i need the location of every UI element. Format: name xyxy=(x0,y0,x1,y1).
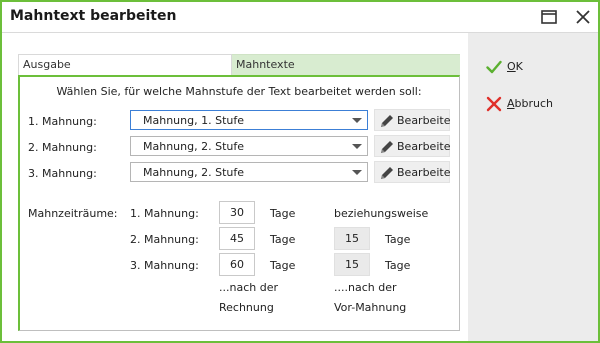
edit-button-label: Bearbeite xyxy=(397,140,451,153)
note-prev-line1: ....nach der xyxy=(334,281,397,294)
cross-icon xyxy=(486,96,502,112)
instruction-text: Wählen Sie, für welche Mahnstufe der Tex… xyxy=(56,85,422,98)
mahnstufe-select-1[interactable]: Mahnung, 1. Stufe xyxy=(130,110,368,130)
days-after-prev-2: 15 xyxy=(334,227,370,250)
edit-button-label: Bearbeite xyxy=(397,114,451,127)
ok-button-label: OK xyxy=(507,60,523,73)
unit-label: Tage xyxy=(385,259,411,272)
days-after-prev-3: 15 xyxy=(334,253,370,276)
action-panel: OK Abbruch xyxy=(468,33,598,341)
tab-mahntexte[interactable]: Mahntexte xyxy=(232,54,460,75)
select-value: Mahnung, 2. Stufe xyxy=(143,166,244,179)
chevron-down-icon xyxy=(352,118,362,123)
unit-label: Tage xyxy=(270,259,296,272)
period-label-1: 1. Mahnung: xyxy=(130,207,199,220)
mahnstufe-select-3[interactable]: Mahnung, 2. Stufe xyxy=(130,162,368,182)
days-input-2[interactable]: 45 xyxy=(219,227,255,250)
tab-bar: Ausgabe Mahntexte xyxy=(18,54,460,75)
content-area: Ausgabe Mahntexte Wählen Sie, für welche… xyxy=(2,33,468,341)
edit-button-2[interactable]: Bearbeite xyxy=(374,135,450,157)
chevron-down-icon xyxy=(352,170,362,175)
select-value: Mahnung, 2. Stufe xyxy=(143,140,244,153)
tab-panel: Wählen Sie, für welche Mahnstufe der Tex… xyxy=(18,75,460,331)
period-label-3: 3. Mahnung: xyxy=(130,259,199,272)
row-label-1: 1. Mahnung: xyxy=(28,115,97,128)
row-label-3: 3. Mahnung: xyxy=(28,167,97,180)
note-invoice-line2: Rechnung xyxy=(219,301,274,314)
unit-label: Tage xyxy=(385,233,411,246)
unit-label: Tage xyxy=(270,233,296,246)
mahnstufe-select-2[interactable]: Mahnung, 2. Stufe xyxy=(130,136,368,156)
pencil-icon xyxy=(381,141,393,153)
days-input-1[interactable]: 30 xyxy=(219,201,255,224)
note-prev-line2: Vor-Mahnung xyxy=(334,301,407,314)
edit-button-1[interactable]: Bearbeite xyxy=(374,109,450,131)
title-bar: Mahntext bearbeiten xyxy=(2,2,598,32)
days-input-3[interactable]: 60 xyxy=(219,253,255,276)
row-label-2: 2. Mahnung: xyxy=(28,141,97,154)
maximize-icon[interactable] xyxy=(538,6,560,28)
tab-ausgabe[interactable]: Ausgabe xyxy=(18,54,232,75)
select-value: Mahnung, 1. Stufe xyxy=(143,114,244,127)
period-label-2: 2. Mahnung: xyxy=(130,233,199,246)
periods-label: Mahnzeiträume: xyxy=(28,207,118,220)
cancel-button-label: Abbruch xyxy=(507,97,554,110)
unit-label: Tage xyxy=(270,207,296,220)
pencil-icon xyxy=(381,115,393,127)
note-invoice-line1: ...nach der xyxy=(219,281,278,294)
checkmark-icon xyxy=(486,60,502,74)
respectively-label: beziehungsweise xyxy=(334,207,429,220)
edit-button-label: Bearbeite xyxy=(397,166,451,179)
chevron-down-icon xyxy=(352,144,362,149)
window-title: Mahntext bearbeiten xyxy=(10,8,177,24)
close-icon[interactable] xyxy=(572,6,594,28)
edit-button-3[interactable]: Bearbeite xyxy=(374,161,450,183)
dialog-window: Mahntext bearbeiten Ausgabe Mahntexte Wä… xyxy=(0,0,600,343)
pencil-icon xyxy=(381,167,393,179)
